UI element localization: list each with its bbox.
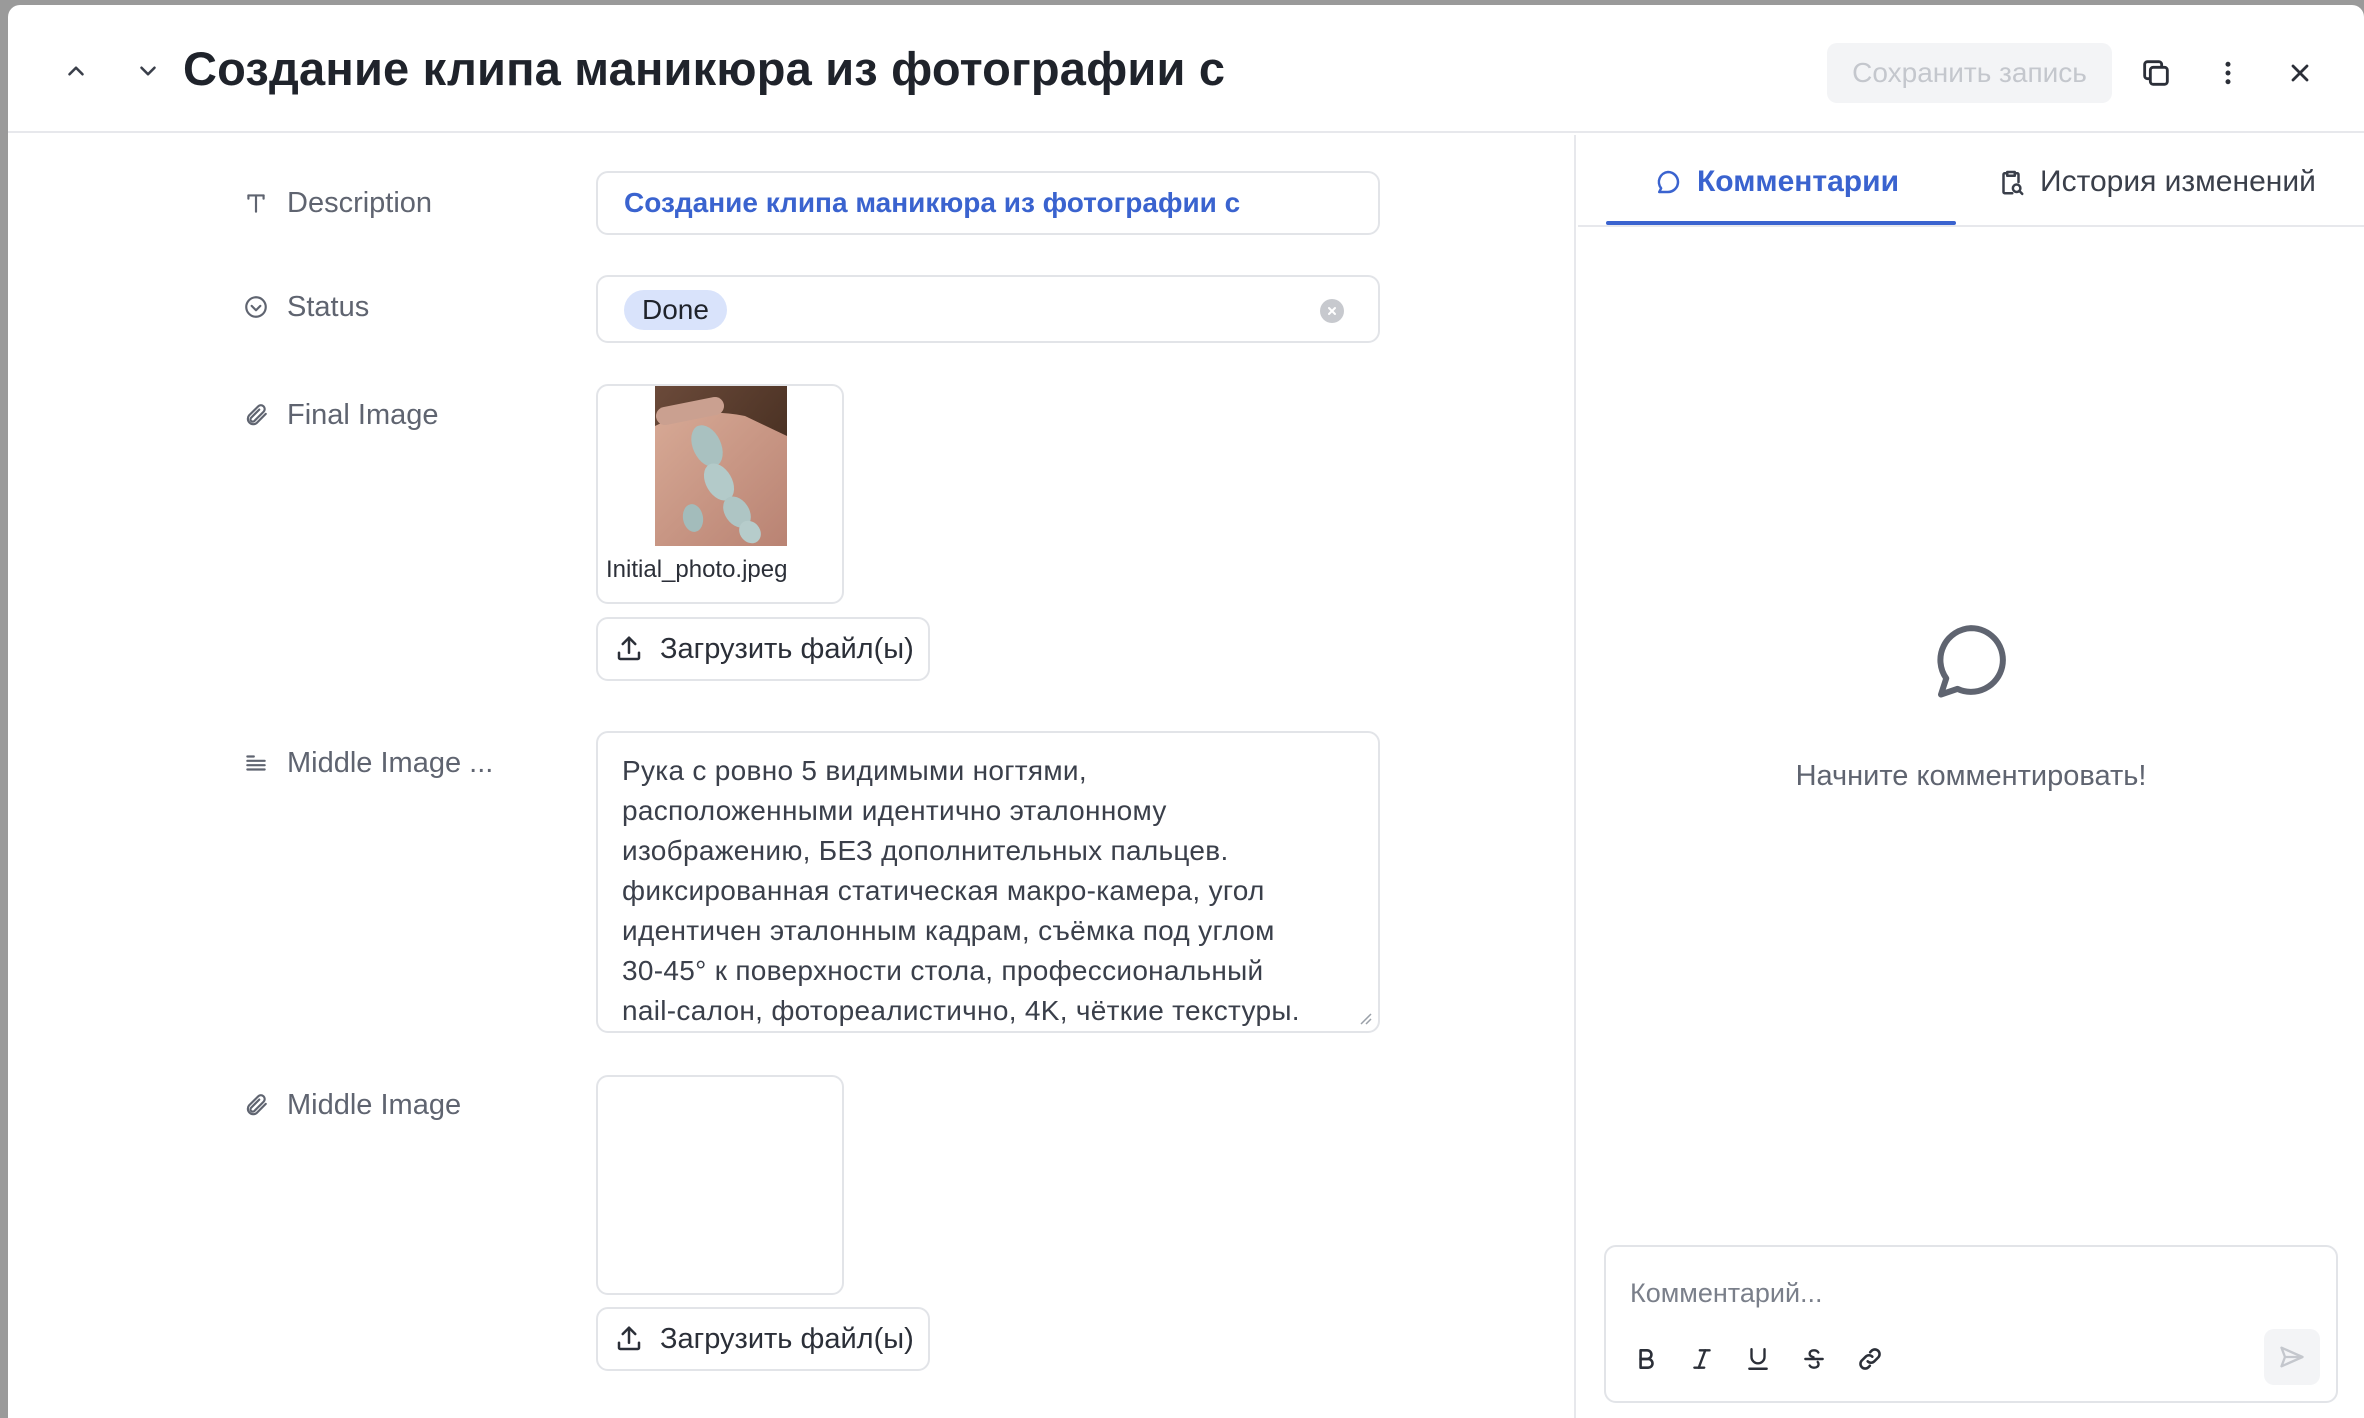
modal-header: Создание клипа маникюра из фотографии с … <box>8 5 2364 133</box>
activity-panel: Комментарии История изменений Начните ко… <box>1578 135 2364 1418</box>
save-record-button[interactable]: Сохранить запись <box>1827 43 2112 103</box>
status-label-text: Status <box>287 290 370 323</box>
long-text-icon <box>246 755 266 771</box>
link-icon <box>1859 1348 1881 1370</box>
tab-history[interactable]: История изменений <box>1996 159 2316 205</box>
final-image-file-card[interactable]: Initial_photo.jpeg <box>596 384 844 604</box>
resize-handle-icon[interactable] <box>1358 1011 1372 1025</box>
status-check-circle-icon <box>245 296 267 318</box>
middle-image-label: Middle Image <box>243 1085 461 1125</box>
upload-button-label: Загрузить файл(ы) <box>660 1322 914 1355</box>
tab-comments[interactable]: Комментарии <box>1653 159 1899 205</box>
upload-middle-image-button[interactable]: Загрузить файл(ы) <box>596 1307 930 1371</box>
comment-bubble-icon <box>1937 625 2006 698</box>
close-modal-button[interactable] <box>2272 45 2328 101</box>
underline-icon <box>1748 1348 1768 1370</box>
active-tab-indicator <box>1606 221 1956 225</box>
clipboard-search-icon <box>2002 170 2024 196</box>
empty-comments-text: Начните комментировать! <box>1795 760 2147 792</box>
duplicate-button[interactable] <box>2128 45 2184 101</box>
final-image-label-text: Final Image <box>287 398 439 431</box>
background-text-fragment <box>0 8 8 30</box>
upload-icon <box>617 636 641 661</box>
strikethrough-icon <box>1804 1349 1824 1369</box>
upload-icon <box>617 1326 641 1351</box>
send-icon <box>2280 1346 2304 1368</box>
underline-button[interactable] <box>1738 1339 1778 1379</box>
middle-image-prompt-textarea[interactable]: Рука с ровно 5 видимыми ногтями, располо… <box>596 731 1380 1033</box>
nail-photo-thumbnail[interactable] <box>655 386 787 546</box>
close-icon <box>1328 307 1336 315</box>
previous-record-button[interactable] <box>48 43 104 99</box>
status-badge: Done <box>624 290 727 330</box>
text-type-icon <box>247 194 265 213</box>
link-button[interactable] <box>1850 1339 1890 1379</box>
bold-icon <box>1639 1349 1654 1369</box>
middle-image-file-card[interactable] <box>596 1075 844 1295</box>
description-field[interactable]: Создание клипа маникюра из фотографии с <box>596 171 1380 235</box>
chevron-up-icon <box>68 66 84 76</box>
italic-button[interactable] <box>1682 1339 1722 1379</box>
upload-button-label: Загрузить файл(ы) <box>660 632 914 665</box>
record-form: Description Создание клипа маникюра из ф… <box>8 135 1576 1418</box>
next-record-button[interactable] <box>120 43 176 99</box>
final-image-label: Final Image <box>243 395 439 435</box>
paperclip-icon <box>246 1094 267 1116</box>
bold-button[interactable] <box>1626 1339 1666 1379</box>
comment-icon <box>1657 170 1680 194</box>
status-select[interactable]: Done <box>596 275 1380 343</box>
upload-final-image-button[interactable]: Загрузить файл(ы) <box>596 617 930 681</box>
middle-image-label-text: Middle Image <box>287 1088 462 1121</box>
more-vertical-icon <box>2225 61 2231 85</box>
italic-icon <box>1693 1349 1711 1369</box>
send-comment-button[interactable] <box>2264 1329 2320 1385</box>
record-modal: Создание клипа маникюра из фотографии с … <box>8 5 2364 1418</box>
strikethrough-button[interactable] <box>1794 1339 1834 1379</box>
chevron-down-icon <box>140 66 156 76</box>
panel-tabs: Комментарии История изменений <box>1578 135 2364 227</box>
comments-empty-state <box>1578 615 2364 710</box>
tab-history-label: История изменений <box>2040 165 2316 198</box>
record-title: Создание клипа маникюра из фотографии с <box>183 42 1226 95</box>
comment-input[interactable] <box>1630 1273 2310 1313</box>
more-options-button[interactable] <box>2200 45 2256 101</box>
description-label: Description <box>243 183 432 223</box>
close-icon <box>2291 64 2309 82</box>
clear-status-button[interactable] <box>1320 299 1344 323</box>
comment-composer <box>1604 1245 2338 1403</box>
prompt-text: Рука с ровно 5 видимыми ногтями, располо… <box>622 755 1300 1026</box>
paperclip-icon <box>246 404 267 426</box>
tab-comments-label: Комментарии <box>1697 165 1900 198</box>
middle-image-prompt-label-text: Middle Image ... <box>287 746 494 779</box>
description-label-text: Description <box>287 186 433 219</box>
status-label: Status <box>243 287 369 327</box>
middle-image-prompt-label: Middle Image ... <box>243 743 493 783</box>
file-name: Initial_photo.jpeg <box>606 556 788 583</box>
duplicate-icon <box>2143 60 2169 86</box>
